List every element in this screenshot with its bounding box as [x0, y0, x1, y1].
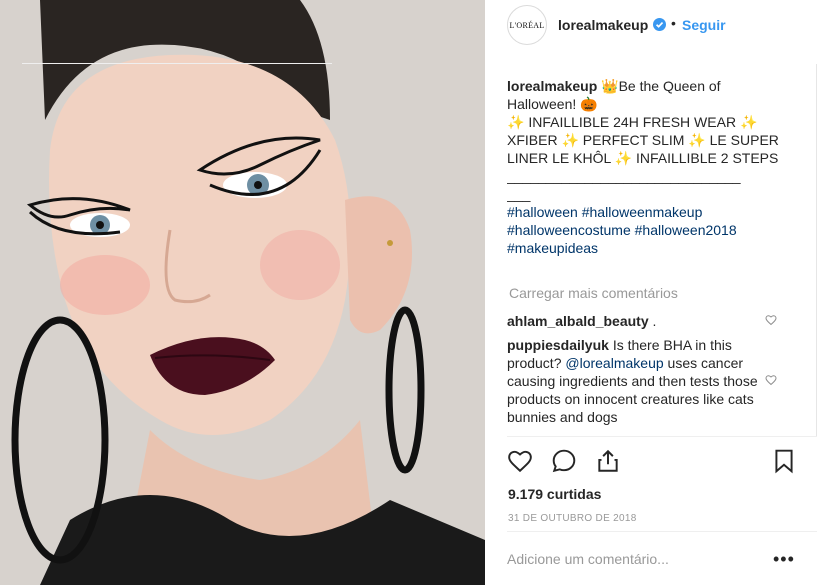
- hashtag-link[interactable]: #makeupideas: [507, 240, 598, 256]
- verified-badge-icon: [653, 18, 666, 31]
- hashtag-link[interactable]: #halloweencostume: [507, 222, 631, 238]
- comment-username[interactable]: ahlam_albald_beauty: [507, 313, 649, 329]
- likes-count[interactable]: 9.179 curtidas: [508, 486, 601, 502]
- share-icon[interactable]: [595, 448, 621, 474]
- comment-text: .: [652, 313, 657, 329]
- avatar[interactable]: L'ORÉAL: [507, 5, 547, 45]
- comment-username[interactable]: puppiesdailyuk: [507, 337, 609, 353]
- comment-item: ahlam_albald_beauty .: [507, 312, 779, 330]
- post-photo[interactable]: [0, 0, 485, 585]
- comment-item: puppiesdailyuk Is there BHA in this prod…: [507, 336, 779, 426]
- hashtag-link[interactable]: #halloween: [507, 204, 578, 220]
- comment-mention-link[interactable]: @lorealmakeup: [565, 355, 663, 371]
- caption-line2: ✨ INFAILLIBLE 24H FRESH WEAR ✨ XFIBER ✨ …: [507, 114, 779, 166]
- action-bar: [507, 448, 797, 474]
- post-header: L'ORÉAL lorealmakeup • Seguir: [485, 0, 817, 50]
- separator-dot: •: [671, 15, 676, 31]
- caption-rule: ______________________________: [507, 168, 741, 184]
- post-caption: lorealmakeup 👑Be the Queen of Halloween!…: [507, 77, 779, 257]
- comments-scroll-area[interactable]: lorealmakeup 👑Be the Queen of Halloween!…: [507, 64, 799, 436]
- load-more-comments-button[interactable]: Carregar mais comentários: [509, 284, 678, 302]
- comment-like-heart-icon[interactable]: [765, 374, 777, 386]
- add-comment-input[interactable]: [507, 548, 747, 570]
- comment-icon[interactable]: [551, 448, 577, 474]
- caption-short-rule: ___: [507, 186, 531, 202]
- brand-logo-text: L'ORÉAL: [509, 20, 545, 30]
- divider: [507, 531, 817, 532]
- hashtag-link[interactable]: #halloweenmakeup: [582, 204, 703, 220]
- portrait-illustration: [0, 0, 485, 585]
- comment-like-heart-icon[interactable]: [765, 314, 777, 326]
- bookmark-icon[interactable]: [771, 448, 797, 474]
- divider: [507, 436, 817, 437]
- post-date: 31 DE OUTUBRO DE 2018: [508, 513, 637, 524]
- divider: [22, 63, 332, 64]
- hashtag-link[interactable]: #halloween2018: [635, 222, 737, 238]
- follow-button[interactable]: Seguir: [682, 17, 726, 33]
- more-options-button[interactable]: •••: [773, 548, 795, 570]
- heart-icon[interactable]: [507, 448, 533, 474]
- post-username[interactable]: lorealmakeup: [558, 17, 648, 33]
- caption-username[interactable]: lorealmakeup: [507, 78, 597, 94]
